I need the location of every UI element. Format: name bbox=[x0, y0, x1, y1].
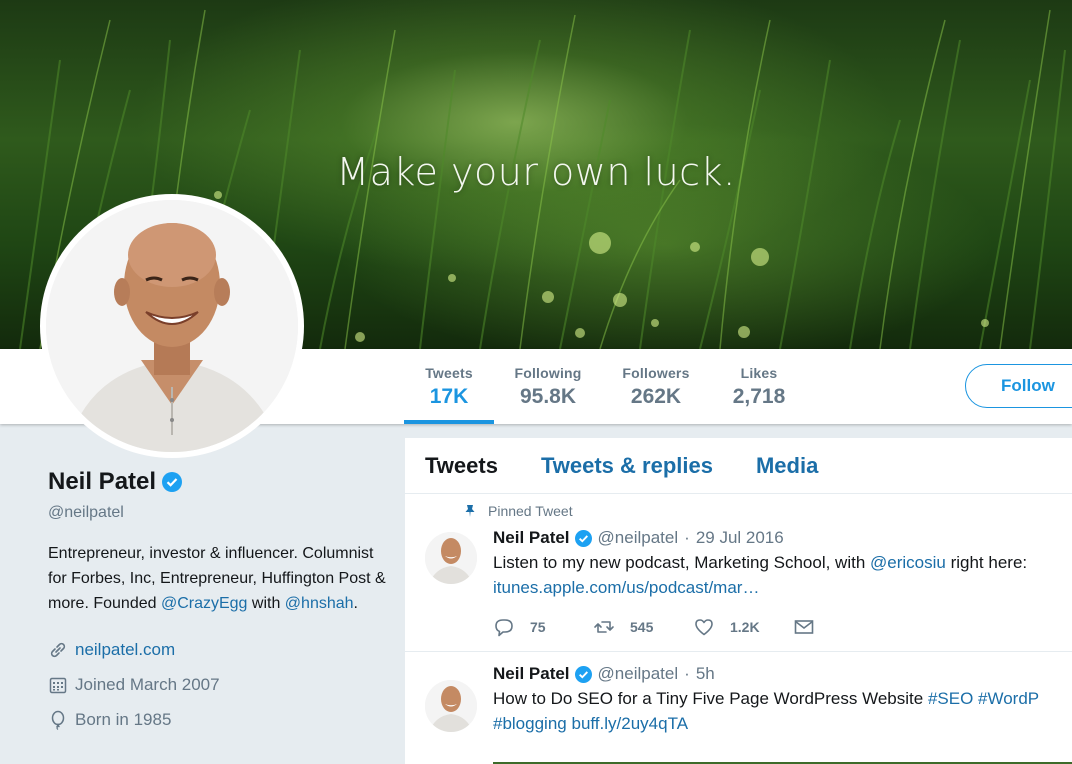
like-button[interactable]: 1.2K bbox=[693, 616, 793, 638]
verified-badge-icon bbox=[162, 472, 183, 492]
tweet-avatar[interactable] bbox=[425, 680, 477, 732]
retweet-button[interactable]: 545 bbox=[593, 616, 693, 638]
reply-button[interactable]: 75 bbox=[493, 616, 593, 638]
website-link[interactable]: neilpatel.com bbox=[75, 640, 175, 660]
tweet-author-name[interactable]: Neil Patel bbox=[493, 664, 570, 684]
timeline-tabs: Tweets Tweets & replies Media bbox=[405, 438, 1072, 494]
profile-card: Neil Patel @neilpatel Entrepreneur, inve… bbox=[48, 468, 388, 737]
hashtag-link[interactable]: #SEO bbox=[928, 689, 973, 708]
tab-tweets[interactable]: Tweets bbox=[425, 453, 498, 479]
profile-born: Born in 1985 bbox=[48, 702, 388, 737]
tweet-header: Neil Patel @neilpatel · 5h bbox=[493, 664, 1072, 684]
avatar-image bbox=[46, 200, 298, 452]
stat-value: 17K bbox=[429, 385, 469, 408]
mention-link[interactable]: @CrazyEgg bbox=[161, 595, 248, 612]
bio-text: with bbox=[247, 595, 285, 612]
stat-value: 262K bbox=[630, 385, 682, 408]
stat-following[interactable]: Following 95.8K bbox=[508, 349, 588, 424]
mention-link[interactable]: @ericosiu bbox=[870, 553, 946, 572]
tweet-text: How to Do SEO for a Tiny Five Page WordP… bbox=[493, 686, 1072, 736]
tweet-text-part: How to Do SEO for a Tiny Five Page WordP… bbox=[493, 689, 928, 708]
tweet-date[interactable]: 5h bbox=[696, 664, 715, 684]
tweet-author-handle[interactable]: @neilpatel bbox=[598, 664, 679, 684]
separator-dot: · bbox=[684, 664, 690, 683]
tweet-avatar[interactable] bbox=[425, 532, 477, 584]
tweet-author-name[interactable]: Neil Patel bbox=[493, 528, 570, 548]
calendar-icon bbox=[49, 677, 67, 693]
tweet-header: Neil Patel @neilpatel · 29 Jul 2016 bbox=[493, 528, 1072, 548]
pin-icon bbox=[465, 504, 475, 517]
tweet-actions: 75 545 1.2K bbox=[493, 608, 1072, 646]
tweet-text: Listen to my new podcast, Marketing Scho… bbox=[493, 550, 1072, 600]
joined-text: Joined March 2007 bbox=[75, 674, 220, 694]
stat-label: Likes bbox=[740, 365, 778, 381]
stat-tweets[interactable]: Tweets 17K bbox=[404, 349, 494, 424]
stat-label: Tweets bbox=[425, 365, 473, 381]
stat-followers[interactable]: Followers 262K bbox=[616, 349, 696, 424]
retweet-count: 545 bbox=[630, 619, 654, 635]
follow-button[interactable]: Follow bbox=[965, 364, 1072, 408]
tweet-url-link[interactable]: itunes.apple.com/us/podcast/mar… bbox=[493, 578, 759, 597]
bio-text: . bbox=[353, 595, 358, 612]
tab-media[interactable]: Media bbox=[756, 453, 818, 479]
separator-dot: · bbox=[684, 528, 690, 547]
stat-value: 2,718 bbox=[732, 385, 786, 408]
tweet-author-handle[interactable]: @neilpatel bbox=[598, 528, 679, 548]
stat-value: 95.8K bbox=[519, 385, 577, 408]
pinned-text: Pinned Tweet bbox=[488, 502, 573, 519]
born-text: Born in 1985 bbox=[75, 709, 172, 729]
verified-badge-icon bbox=[574, 529, 592, 547]
heart-icon bbox=[695, 619, 713, 636]
tweet-item[interactable]: Neil Patel @neilpatel · 5h How to Do SEO… bbox=[405, 664, 1072, 764]
tweet-text-part: right here: bbox=[945, 553, 1028, 572]
tweet-date[interactable]: 29 Jul 2016 bbox=[696, 528, 784, 548]
profile-handle[interactable]: @neilpatel bbox=[48, 504, 388, 522]
profile-website: neilpatel.com bbox=[48, 632, 388, 667]
tab-tweets-replies[interactable]: Tweets & replies bbox=[541, 453, 713, 479]
verified-badge-icon bbox=[574, 665, 592, 683]
stat-label: Followers bbox=[622, 365, 690, 381]
like-count: 1.2K bbox=[730, 619, 760, 635]
timeline: Tweets Tweets & replies Media Pinned Twe… bbox=[405, 438, 1072, 764]
envelope-icon bbox=[794, 620, 814, 634]
banner-tagline: Make your own luck. bbox=[336, 150, 736, 194]
mention-link[interactable]: @hnshah bbox=[285, 595, 354, 612]
profile-name[interactable]: Neil Patel bbox=[48, 468, 156, 496]
tweet-text-part: Listen to my new podcast, Marketing Scho… bbox=[493, 553, 871, 572]
tweet-url-link[interactable]: buff.ly/2uy4qTA bbox=[571, 714, 688, 733]
hashtag-link[interactable]: #WordP bbox=[978, 689, 1039, 708]
hashtag-link[interactable]: #blogging bbox=[493, 714, 567, 733]
reply-count: 75 bbox=[530, 619, 546, 635]
profile-joined: Joined March 2007 bbox=[48, 667, 388, 702]
stat-label: Following bbox=[514, 365, 582, 381]
link-icon bbox=[50, 642, 66, 657]
reply-icon bbox=[495, 619, 513, 637]
retweet-icon bbox=[594, 621, 614, 633]
balloon-icon bbox=[51, 710, 65, 730]
profile-avatar[interactable] bbox=[40, 194, 304, 458]
pinned-label: Pinned Tweet bbox=[463, 494, 1042, 519]
direct-message-button[interactable] bbox=[793, 616, 893, 638]
profile-bio: Entrepreneur, investor & influencer. Col… bbox=[48, 541, 388, 616]
stat-likes[interactable]: Likes 2,718 bbox=[724, 349, 794, 424]
tweet-item[interactable]: Pinned Tweet Neil Patel @neilpatel · 29 … bbox=[405, 494, 1072, 652]
